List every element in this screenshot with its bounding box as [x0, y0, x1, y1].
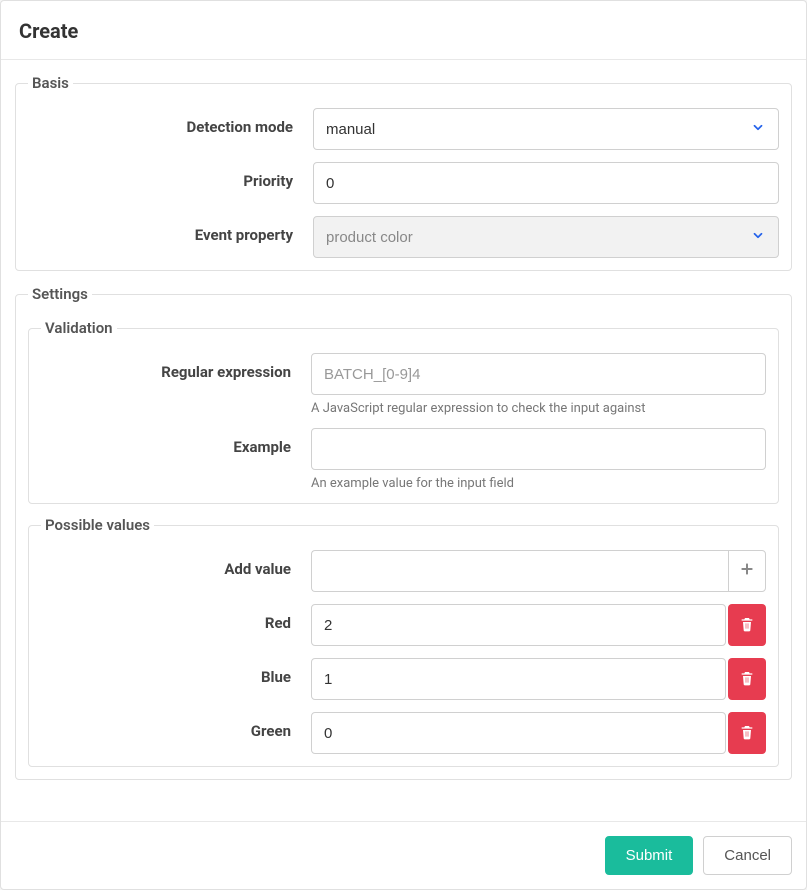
trash-icon [739, 670, 755, 689]
add-value-row: Add value [41, 550, 766, 592]
value-label: Red [41, 604, 311, 632]
value-row: Green [41, 712, 766, 754]
example-input[interactable] [311, 428, 766, 470]
priority-input[interactable] [313, 162, 779, 204]
delete-value-button[interactable] [728, 712, 766, 754]
settings-legend: Settings [28, 285, 92, 303]
event-property-row: Event property [28, 216, 779, 258]
trash-icon [739, 616, 755, 635]
delete-value-button[interactable] [728, 658, 766, 700]
value-row: Red [41, 604, 766, 646]
regex-help: A JavaScript regular expression to check… [311, 401, 766, 416]
detection-mode-select-wrap [313, 108, 779, 150]
example-label: Example [41, 428, 311, 456]
add-value-input[interactable] [311, 550, 728, 592]
cancel-button[interactable]: Cancel [703, 836, 792, 875]
create-modal: Create Basis Detection mode Priority [0, 0, 807, 890]
value-label: Blue [41, 658, 311, 686]
detection-mode-select[interactable] [313, 108, 779, 150]
modal-title: Create [19, 19, 788, 43]
delete-value-button[interactable] [728, 604, 766, 646]
validation-legend: Validation [41, 319, 117, 337]
example-help: An example value for the input field [311, 476, 766, 491]
regex-input[interactable] [311, 353, 766, 395]
value-input[interactable] [311, 712, 726, 754]
priority-label: Priority [28, 162, 313, 190]
modal-footer: Submit Cancel [1, 821, 806, 889]
possible-values-legend: Possible values [41, 516, 154, 534]
settings-fieldset: Settings Validation Regular expression A… [15, 285, 792, 780]
basis-fieldset: Basis Detection mode Priority [15, 74, 792, 271]
validation-fieldset: Validation Regular expression A JavaScri… [28, 319, 779, 504]
add-value-label: Add value [41, 550, 311, 578]
submit-button[interactable]: Submit [605, 836, 694, 875]
detection-mode-label: Detection mode [28, 108, 313, 136]
plus-icon [739, 560, 755, 583]
modal-header: Create [1, 1, 806, 60]
value-row: Blue [41, 658, 766, 700]
event-property-select-wrap [313, 216, 779, 258]
event-property-select[interactable] [313, 216, 779, 258]
regex-label: Regular expression [41, 353, 311, 381]
trash-icon [739, 724, 755, 743]
modal-body: Basis Detection mode Priority [1, 60, 806, 821]
basis-legend: Basis [28, 74, 73, 92]
regex-row: Regular expression A JavaScript regular … [41, 353, 766, 416]
event-property-label: Event property [28, 216, 313, 244]
priority-row: Priority [28, 162, 779, 204]
example-row: Example An example value for the input f… [41, 428, 766, 491]
value-input[interactable] [311, 604, 726, 646]
detection-mode-row: Detection mode [28, 108, 779, 150]
value-label: Green [41, 712, 311, 740]
add-value-button[interactable] [728, 550, 766, 592]
value-input[interactable] [311, 658, 726, 700]
possible-values-fieldset: Possible values Add value [28, 516, 779, 767]
